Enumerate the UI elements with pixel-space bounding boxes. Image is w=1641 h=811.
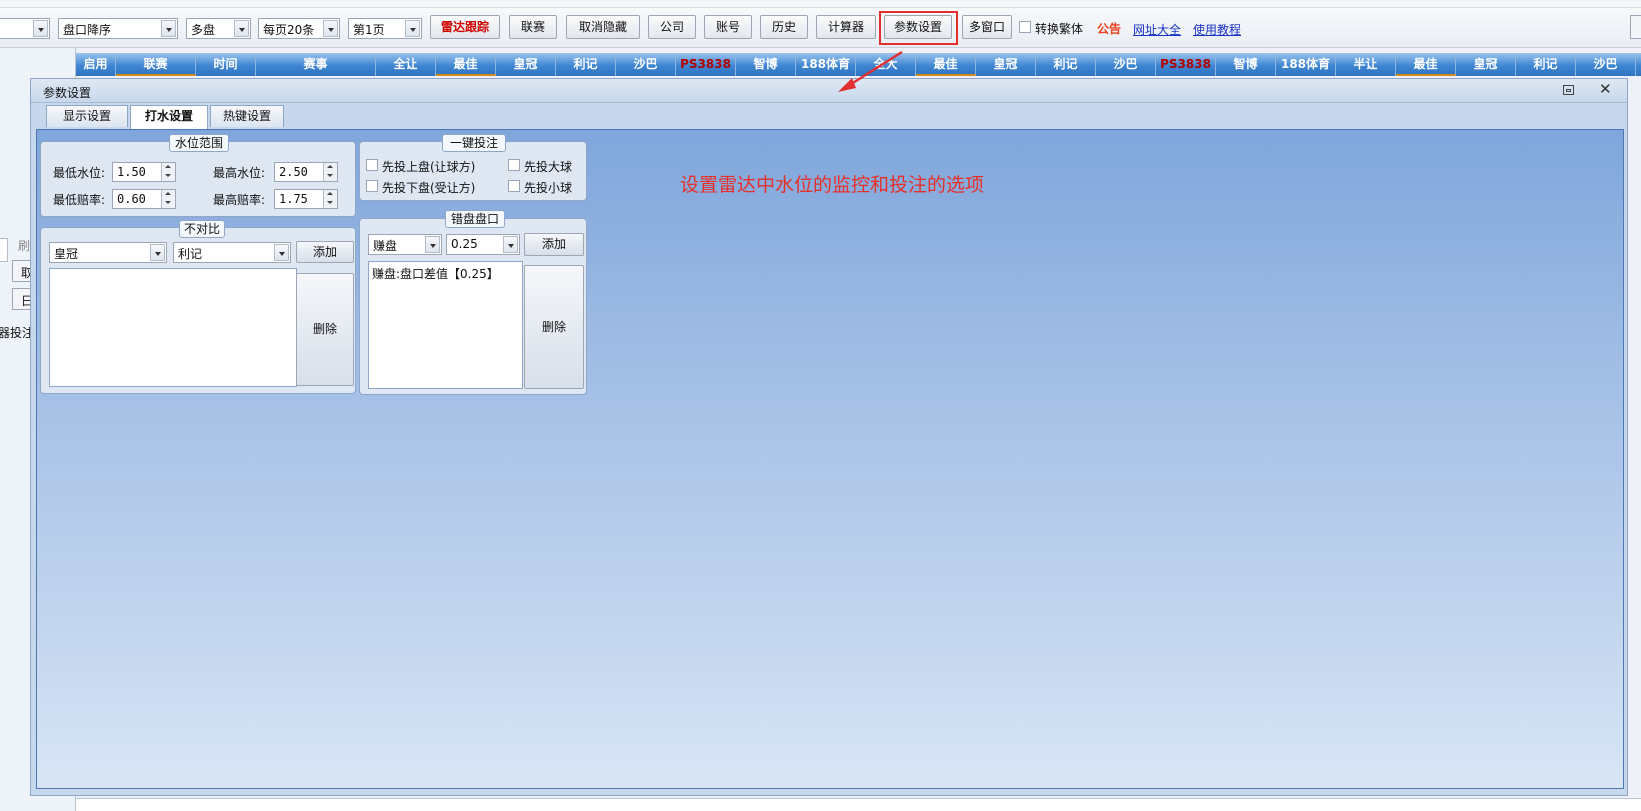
- calculator-button[interactable]: 计算器: [816, 15, 876, 39]
- league-button[interactable]: 联赛: [509, 15, 557, 39]
- dialog-title: 参数设置: [43, 86, 92, 100]
- bet-upper-checkbox[interactable]: [366, 159, 378, 171]
- settings-button[interactable]: 参数设置: [884, 15, 952, 39]
- window-top-edge: [0, 0, 1641, 8]
- col-zhibo-2[interactable]: 智博: [1216, 53, 1276, 76]
- bet-lower-label: 先投下盘(受让方): [382, 181, 476, 195]
- per-page-select[interactable]: 每页20条: [258, 18, 340, 39]
- dialog-titlebar: 参数设置 ✕: [31, 79, 1627, 103]
- wrong-line-group: 赚盘 0.25 添加 赚盘:盘口差值【0.25】 删除: [359, 218, 587, 395]
- restore-icon[interactable]: [1563, 85, 1574, 95]
- no-compare-list[interactable]: [49, 268, 297, 387]
- no-compare-title: 不对比: [179, 220, 225, 238]
- col-liji-3[interactable]: 利记: [1516, 53, 1576, 76]
- min-water-input[interactable]: 1.50: [112, 162, 176, 182]
- col-ps3838-1[interactable]: PS3838: [676, 53, 736, 76]
- close-icon[interactable]: ✕: [1599, 80, 1612, 98]
- min-odds-input[interactable]: 0.60: [112, 189, 176, 209]
- col-zhibo-1[interactable]: 智博: [736, 53, 796, 76]
- one-click-title: 一键投注: [442, 134, 506, 152]
- multi-window-button[interactable]: 多窗口: [962, 15, 1012, 39]
- col-match[interactable]: 赛事: [256, 53, 376, 76]
- min-water-label: 最低水位:: [53, 166, 106, 180]
- sort-select[interactable]: 盘口降序: [58, 18, 178, 39]
- notice-link[interactable]: 公告: [1097, 20, 1121, 37]
- water-range-group: 最低水位: 1.50 最高水位: 2.50 最低赔率: 0.60 最高赔率: 1…: [40, 141, 356, 217]
- wrong-line-delete-button[interactable]: 删除: [524, 265, 584, 389]
- no-compare-group: 皇冠 利记 添加 删除: [40, 227, 356, 394]
- tab-water[interactable]: 打水设置: [130, 105, 208, 129]
- left-text-2: 器投注: [0, 326, 35, 340]
- min-odds-label: 最低赔率:: [53, 193, 106, 207]
- list-item[interactable]: 赚盘:盘口差值【0.25】: [372, 265, 519, 282]
- col-crown-3[interactable]: 皇冠: [1456, 53, 1516, 76]
- tab-hotkey[interactable]: 热键设置: [210, 105, 284, 127]
- col-best-2[interactable]: 最佳: [916, 53, 976, 76]
- page-select[interactable]: 第1页: [348, 18, 422, 39]
- max-water-label: 最高水位:: [213, 166, 266, 180]
- company-button[interactable]: 公司: [648, 15, 696, 39]
- col-enable[interactable]: 启用: [76, 53, 116, 76]
- col-best-1[interactable]: 最佳: [436, 53, 496, 76]
- no-compare-add-button[interactable]: 添加: [296, 241, 354, 263]
- no-compare-delete-button[interactable]: 删除: [296, 273, 354, 386]
- col-shaba-1[interactable]: 沙巴: [616, 53, 676, 76]
- bet-over-checkbox[interactable]: [508, 159, 520, 171]
- traditional-checkbox[interactable]: [1019, 21, 1031, 33]
- radar-track-button[interactable]: 雷达跟踪: [430, 15, 500, 39]
- max-odds-label: 最高赔率:: [213, 193, 266, 207]
- col-crown-1[interactable]: 皇冠: [496, 53, 556, 76]
- traditional-label: 转换繁体: [1035, 22, 1084, 36]
- toolbar-edge-button[interactable]: [1630, 15, 1641, 39]
- main-toolbar: 盘口降序 多盘 每页20条 第1页 雷达跟踪 联赛 取消隐藏 公司 账号 历史 …: [0, 0, 1641, 48]
- line-type-select[interactable]: 赚盘: [368, 234, 442, 255]
- company-b-select[interactable]: 利记: [173, 242, 291, 263]
- annotation-text: 设置雷达中水位的监控和投注的选项: [680, 174, 985, 196]
- col-shaba-3[interactable]: 沙巴: [1576, 53, 1636, 76]
- col-half-handicap[interactable]: 半让: [1336, 53, 1396, 76]
- wrong-line-list[interactable]: 赚盘:盘口差值【0.25】: [368, 261, 523, 389]
- url-list-link[interactable]: 网址大全: [1133, 21, 1181, 38]
- annotation-arrow-icon: [838, 50, 903, 92]
- wrong-line-add-button[interactable]: 添加: [524, 233, 584, 256]
- tutorial-link[interactable]: 使用教程: [1193, 21, 1241, 38]
- left-input-fragment[interactable]: [0, 238, 8, 262]
- bottom-edge: [76, 798, 1641, 811]
- max-odds-input[interactable]: 1.75: [274, 189, 338, 209]
- col-full-handicap[interactable]: 全让: [376, 53, 436, 76]
- filter-select[interactable]: [0, 18, 50, 39]
- col-league[interactable]: 联赛: [116, 53, 196, 76]
- settings-dialog: 参数设置 ✕ 显示设置 打水设置 热键设置 最低水位: 1.50 最高水位: 2…: [30, 78, 1628, 796]
- unhide-button[interactable]: 取消隐藏: [566, 15, 640, 39]
- bet-upper-label: 先投上盘(让球方): [382, 160, 476, 174]
- col-liji-2[interactable]: 利记: [1036, 53, 1096, 76]
- market-select[interactable]: 多盘: [186, 18, 251, 39]
- bet-under-label: 先投小球: [524, 181, 573, 195]
- bet-lower-checkbox[interactable]: [366, 180, 378, 192]
- col-liji-1[interactable]: 利记: [556, 53, 616, 76]
- water-range-title: 水位范围: [169, 134, 229, 152]
- tab-display[interactable]: 显示设置: [46, 105, 128, 127]
- max-water-input[interactable]: 2.50: [274, 162, 338, 182]
- dialog-body: 最低水位: 1.50 最高水位: 2.50 最低赔率: 0.60 最高赔率: 1…: [36, 129, 1624, 789]
- left-text-1: 刷: [18, 239, 31, 253]
- dialog-tabs: 显示设置 打水设置 热键设置: [36, 105, 1624, 129]
- company-a-select[interactable]: 皇冠: [49, 242, 167, 263]
- col-shaba-2[interactable]: 沙巴: [1096, 53, 1156, 76]
- bet-under-checkbox[interactable]: [508, 180, 520, 192]
- account-button[interactable]: 账号: [704, 15, 752, 39]
- col-ps3838-2[interactable]: PS3838: [1156, 53, 1216, 76]
- line-value-select[interactable]: 0.25: [446, 234, 520, 255]
- col-crown-2[interactable]: 皇冠: [976, 53, 1036, 76]
- wrong-line-title: 错盘盘口: [445, 210, 505, 228]
- bet-over-label: 先投大球: [524, 160, 573, 174]
- col-best-3[interactable]: 最佳: [1396, 53, 1456, 76]
- col-188-2[interactable]: 188体育: [1276, 53, 1336, 76]
- history-button[interactable]: 历史: [760, 15, 808, 39]
- col-time[interactable]: 时间: [196, 53, 256, 76]
